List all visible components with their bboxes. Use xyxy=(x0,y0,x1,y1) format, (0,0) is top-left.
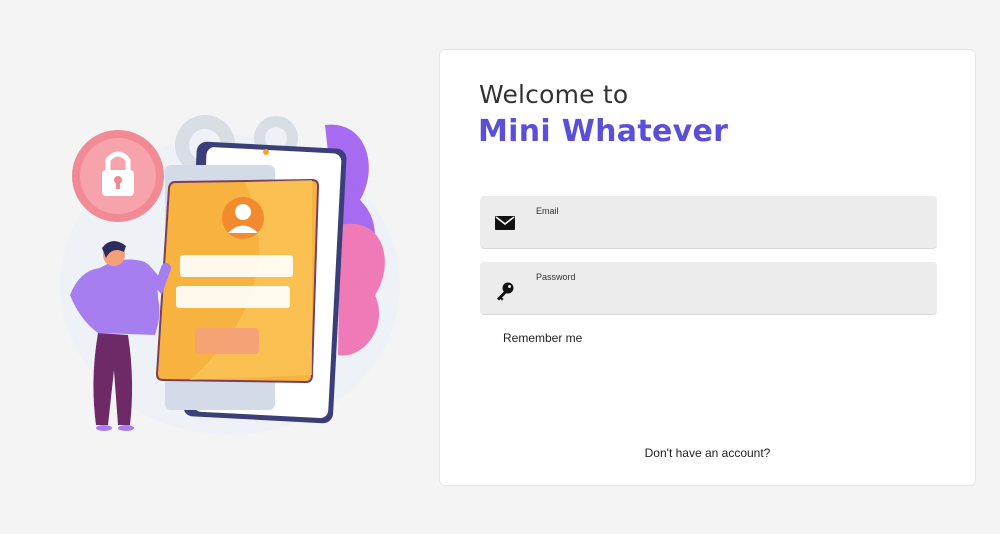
welcome-heading: Welcome to xyxy=(479,80,629,109)
secure-login-illustration xyxy=(40,90,400,450)
email-input[interactable] xyxy=(536,220,916,242)
email-field[interactable]: Email xyxy=(480,196,937,249)
password-label: Password xyxy=(536,272,576,282)
envelope-icon xyxy=(494,214,518,234)
login-page: Welcome to Mini Whatever Email Password xyxy=(0,0,1000,534)
password-input[interactable] xyxy=(536,286,916,308)
key-icon xyxy=(494,280,518,301)
remember-me-label[interactable]: Remember me xyxy=(503,331,582,345)
brand-name: Mini Whatever xyxy=(478,114,729,149)
email-label: Email xyxy=(536,206,559,216)
login-card: Welcome to Mini Whatever Email Password xyxy=(439,49,976,486)
signup-link[interactable]: Don't have an account? xyxy=(440,446,975,460)
password-field[interactable]: Password xyxy=(480,262,937,315)
